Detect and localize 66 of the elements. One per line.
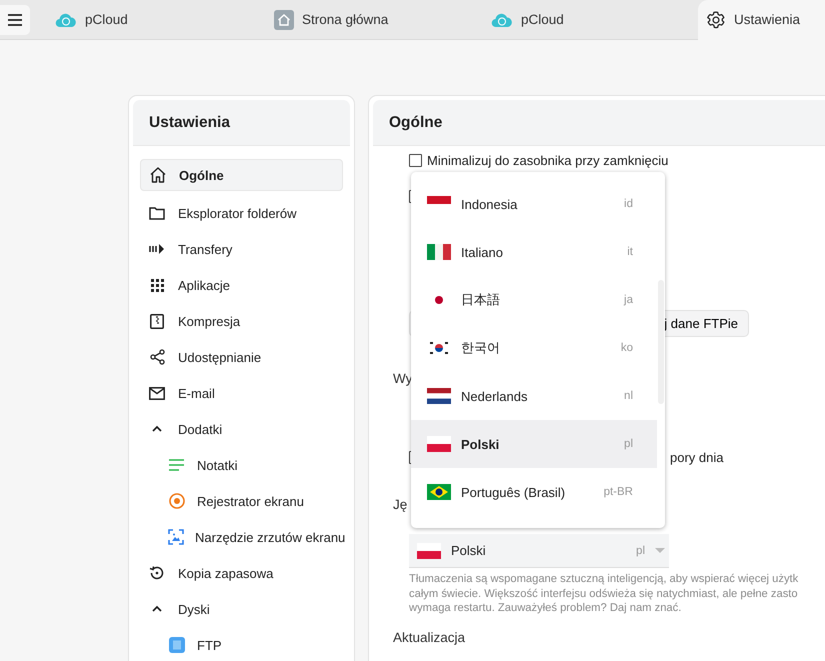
sidebar-item[interactable]: Kompresja [140,303,343,339]
note-text: wymaga restartu. Zauważyłeś problem? Daj nam znać. [409,601,682,616]
language-option[interactable]: Nederlands nl [411,372,657,420]
checkbox-label: pory dnia [670,450,724,464]
section-heading: Aktualizacja [393,630,466,644]
section-heading: Ję [393,497,408,512]
tab[interactable]: Ustawienia [698,0,825,40]
screenshot-icon [168,529,184,545]
cloud-icon [55,12,77,28]
share-icon [150,349,164,365]
tab[interactable]: pCloud [55,0,255,40]
settings-icon [706,10,726,30]
sidebar-title: Ustawienia [149,114,230,132]
flag-icon [427,340,451,356]
language-select[interactable]: Polski pl [409,534,669,568]
section-title: Ogólne [389,114,442,132]
sidebar-item[interactable]: Udostępnianie [140,339,343,375]
grid-icon [150,278,164,292]
tab[interactable]: pCloud [489,0,689,40]
menu-icon [7,12,23,26]
flag-icon [417,542,441,558]
mail-icon [149,386,165,400]
chevron-up-icon [151,605,163,613]
language-option[interactable]: Indonesia id [411,180,657,228]
sidebar-item[interactable]: Dodatki [140,411,343,447]
section-heading: Wy [393,371,412,386]
flag-icon [427,244,451,260]
language-option[interactable]: Polski pl [411,420,657,468]
home-icon [149,166,167,184]
sidebar-item[interactable]: Aplikacje [140,267,343,303]
language-option[interactable]: 한국어 ko [411,324,657,372]
sidebar-item[interactable]: E-mail [140,375,343,411]
chevron-up-icon [151,425,163,433]
flag-icon [435,296,443,304]
scrollbar[interactable] [658,280,664,404]
sidebar-item[interactable]: Rejestrator ekranu [140,483,343,519]
flag-icon [427,196,451,204]
sidebar-item[interactable]: Dyski [140,591,343,627]
language-option[interactable]: Português (Brasil) pt-BR [411,468,657,516]
flag-icon [427,388,451,404]
note-text: Tłumaczenia są wspomagane sztuczną inteligencją, aby wspierać więcej użytk [409,572,798,586]
record-icon [169,493,185,509]
checkbox-label: Minimalizuj do zasobnika przy zamknięciu [427,152,668,168]
menu-button[interactable] [0,4,30,34]
sidebar-item[interactable]: Notatki [140,447,343,483]
transfer-icon [149,244,165,254]
archive-icon [150,314,164,328]
caret-icon [655,548,665,554]
sidebar-item[interactable]: FTP [140,627,343,661]
home-icon [274,10,294,30]
sidebar-item[interactable]: Ogólne [140,159,343,191]
note-text: całym świecie. Większość interfejsu odświeża się natychmiast, ale pełne zasto [409,586,798,601]
notes-icon [169,459,185,471]
sidebar-item[interactable]: Narzędzie zrzutów ekranu [140,519,343,555]
flag-icon [427,484,451,500]
cloud-icon [491,12,513,28]
tab[interactable]: Strona główna [272,0,472,40]
sidebar-item[interactable]: Eksplorator folderów [140,195,343,231]
folder-icon [149,206,165,220]
history-icon [149,565,165,581]
language-option[interactable]: Italiano it [411,228,657,276]
language-option[interactable]: 日本語 ja [411,276,657,324]
checkbox[interactable] [409,154,422,166]
sidebar-item[interactable]: Kopia zapasowa [140,555,343,591]
sidebar-item[interactable]: Transfery [140,231,343,267]
flag-icon [427,436,451,452]
